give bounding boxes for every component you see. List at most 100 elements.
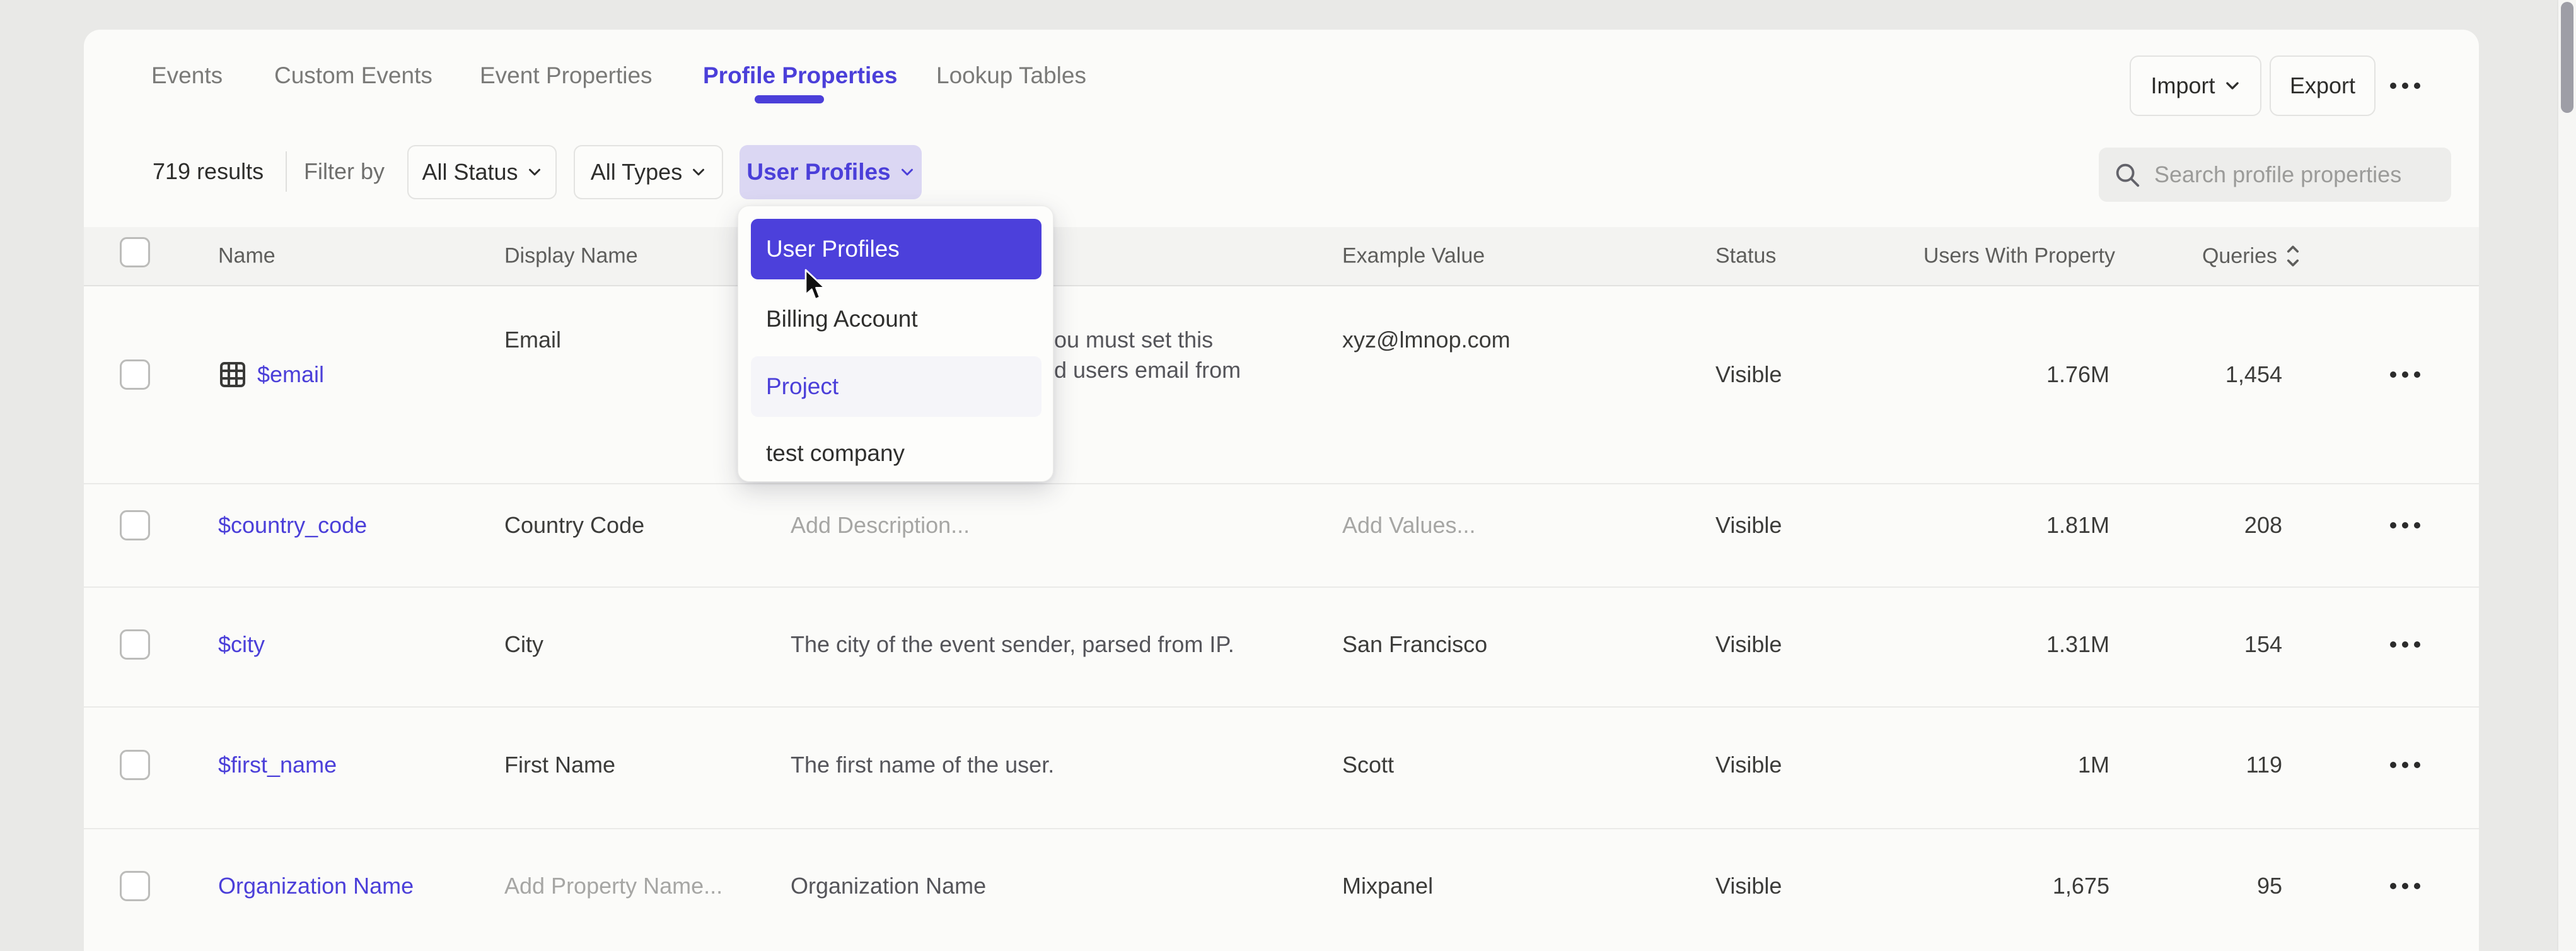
users-with-property-cell: 1.31M xyxy=(2046,631,2109,658)
property-name-link[interactable]: $city xyxy=(218,631,265,658)
ellipsis-icon xyxy=(2390,641,2396,648)
description-cell-line2: d users email from xyxy=(1054,357,1241,383)
property-name-link[interactable]: $country_code xyxy=(218,512,367,539)
description-cell[interactable]: The city of the event sender, parsed fro… xyxy=(791,631,1234,658)
users-with-property-cell: 1M xyxy=(2078,752,2109,778)
row-checkbox[interactable] xyxy=(120,871,150,901)
example-value-cell[interactable]: Scott xyxy=(1342,752,1394,778)
row-divider xyxy=(84,706,2479,708)
example-value-cell[interactable]: Mixpanel xyxy=(1342,873,1433,899)
profile-type-filter-dropdown[interactable]: User Profiles xyxy=(740,145,922,199)
row-checkbox[interactable] xyxy=(120,629,150,660)
row-more-menu-button[interactable] xyxy=(2390,371,2420,378)
column-header-display-name: Display Name xyxy=(504,244,638,269)
row-more-menu-button[interactable] xyxy=(2390,522,2420,528)
search-box[interactable] xyxy=(2099,148,2451,202)
chevron-down-icon xyxy=(691,165,706,180)
more-menu-button[interactable] xyxy=(2390,83,2420,89)
description-cell[interactable]: The first name of the user. xyxy=(791,752,1054,778)
row-divider xyxy=(84,586,2479,588)
ellipsis-icon xyxy=(2390,83,2396,89)
example-value-cell[interactable]: xyz@lmnop.com xyxy=(1342,327,1511,353)
ellipsis-icon xyxy=(2390,883,2396,889)
chevron-down-icon xyxy=(2224,78,2241,94)
ellipsis-icon xyxy=(2390,522,2396,528)
status-filter-label: All Status xyxy=(422,159,518,185)
vertical-scrollbar[interactable] xyxy=(2557,0,2576,951)
dropdown-item-test-company[interactable]: test company xyxy=(751,423,1041,484)
mouse-cursor xyxy=(803,268,828,303)
display-name-cell[interactable]: Country Code xyxy=(504,512,644,539)
column-header-users-with-property: Users With Property xyxy=(1923,244,2115,269)
row-more-menu-button[interactable] xyxy=(2390,762,2420,768)
import-button[interactable]: Import xyxy=(2130,55,2261,116)
description-cell[interactable]: Organization Name xyxy=(791,873,986,899)
tab-profile-properties[interactable]: Profile Properties xyxy=(703,62,897,89)
select-all-checkbox[interactable] xyxy=(120,237,150,267)
export-button-label: Export xyxy=(2290,73,2355,99)
search-input[interactable] xyxy=(2153,161,2420,189)
filter-by-label: Filter by xyxy=(304,158,385,185)
content-card: Events Custom Events Event Properties Pr… xyxy=(84,30,2479,951)
table-header-row xyxy=(84,227,2479,286)
status-cell: Visible xyxy=(1715,873,1782,899)
users-with-property-cell: 1.81M xyxy=(2046,512,2109,539)
scrollbar-thumb[interactable] xyxy=(2561,2,2573,113)
vertical-divider xyxy=(286,151,287,192)
property-name-link[interactable]: Organization Name xyxy=(218,873,414,899)
status-cell: Visible xyxy=(1715,631,1782,658)
dropdown-item-label: User Profiles xyxy=(766,236,900,262)
display-name-cell[interactable]: Add Property Name... xyxy=(504,873,722,899)
dropdown-item-project[interactable]: Project xyxy=(751,356,1041,417)
ellipsis-icon xyxy=(2390,371,2396,378)
row-divider xyxy=(84,483,2479,484)
display-name-cell[interactable]: First Name xyxy=(504,752,615,778)
row-divider xyxy=(84,828,2479,829)
profile-type-dropdown-menu: User Profiles Billing Account Project te… xyxy=(738,206,1053,482)
ellipsis-icon xyxy=(2390,762,2396,768)
tab-custom-events[interactable]: Custom Events xyxy=(274,62,432,89)
type-filter-dropdown[interactable]: All Types xyxy=(574,145,723,199)
queries-cell: 119 xyxy=(2246,752,2282,778)
row-checkbox[interactable] xyxy=(120,359,150,390)
example-value-cell[interactable]: Add Values... xyxy=(1342,512,1475,539)
dropdown-item-label: Project xyxy=(766,373,838,400)
status-cell: Visible xyxy=(1715,512,1782,539)
queries-cell: 208 xyxy=(2244,512,2282,539)
column-header-status: Status xyxy=(1715,244,1776,269)
users-with-property-cell: 1.76M xyxy=(2046,361,2109,388)
example-value-cell[interactable]: San Francisco xyxy=(1342,631,1487,658)
tab-lookup-tables[interactable]: Lookup Tables xyxy=(936,62,1086,89)
status-cell: Visible xyxy=(1715,752,1782,778)
results-count: 719 results xyxy=(153,158,264,185)
tab-events[interactable]: Events xyxy=(151,62,223,89)
queries-cell: 1,454 xyxy=(2225,361,2282,388)
status-filter-dropdown[interactable]: All Status xyxy=(407,145,557,199)
profile-properties-page: Events Custom Events Event Properties Pr… xyxy=(0,0,2576,951)
row-more-menu-button[interactable] xyxy=(2390,641,2420,648)
tab-event-properties[interactable]: Event Properties xyxy=(480,62,653,89)
column-header-queries[interactable]: Queries xyxy=(2202,243,2301,269)
chevron-down-icon xyxy=(900,165,915,180)
queries-cell: 154 xyxy=(2244,631,2282,658)
display-name-cell[interactable]: City xyxy=(504,631,543,658)
description-cell-line1: ou must set this xyxy=(1054,327,1213,353)
row-checkbox[interactable] xyxy=(120,510,150,540)
chevron-down-icon xyxy=(527,165,542,180)
dropdown-item-user-profiles[interactable]: User Profiles xyxy=(751,219,1041,279)
active-tab-underline xyxy=(755,95,824,103)
description-cell[interactable]: Add Description... xyxy=(791,512,970,539)
property-name-link[interactable]: $first_name xyxy=(218,752,337,778)
row-more-menu-button[interactable] xyxy=(2390,883,2420,889)
dropdown-item-billing-account[interactable]: Billing Account xyxy=(751,289,1041,349)
display-name-cell[interactable]: Email xyxy=(504,327,561,353)
row-checkbox[interactable] xyxy=(120,750,150,780)
lookup-table-grid-icon xyxy=(218,359,248,390)
queries-header-label: Queries xyxy=(2202,244,2277,269)
export-button[interactable]: Export xyxy=(2270,55,2376,116)
users-with-property-cell: 1,675 xyxy=(2053,873,2109,899)
sort-up-down-icon[interactable] xyxy=(2285,243,2301,269)
column-header-name: Name xyxy=(218,244,276,269)
profile-type-filter-label: User Profiles xyxy=(746,159,890,185)
property-name-link[interactable]: $email xyxy=(257,361,324,388)
